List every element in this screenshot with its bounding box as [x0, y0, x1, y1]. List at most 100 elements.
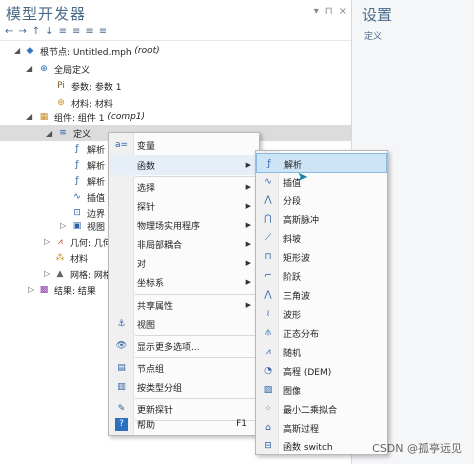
menu-item-node-group[interactable]: ▤ 节点组: [109, 358, 259, 378]
tree-node-material[interactable]: ⁂ 材料: [54, 250, 89, 266]
maximize-icon[interactable]: ⊓: [325, 6, 333, 17]
tree-node-component[interactable]: ▦ 组件: 组件 1 (comp1): [38, 109, 145, 125]
submenu-item-image[interactable]: ▨ 图像: [256, 380, 387, 400]
eye-icon: 👁: [115, 340, 128, 351]
menu-item-nonlocal-couplings[interactable]: 非局部耦合 ▶: [109, 234, 259, 254]
submenu-item-normal-distribution[interactable]: ⫛ 正态分布: [256, 323, 387, 343]
tree-node-root[interactable]: ◆ 根节点: Untitled.mph (root): [24, 43, 160, 59]
expand-arrow-icon[interactable]: ◢: [26, 64, 32, 73]
rectangle-wave-icon: ⊓: [264, 252, 272, 262]
collapse-icon[interactable]: ≡: [72, 26, 80, 37]
menu-item-probes[interactable]: 探针 ▶: [109, 196, 259, 216]
image-icon: ▨: [263, 385, 273, 395]
functions-submenu: ƒ 解析 ∿ 插值 ⋀ 分段 ⋂ 高斯脉冲 ⟋ 斜坡 ⊓ 矩形波 ⌐ 阶跃 ⋀ …: [255, 150, 388, 455]
close-icon[interactable]: ×: [339, 6, 347, 17]
random-icon: ⩘: [265, 347, 271, 357]
settings-subtitle: 定义: [364, 32, 383, 42]
component-icon: ▦: [39, 112, 49, 122]
function-icon: ƒ: [75, 176, 79, 186]
dropdown-icon[interactable]: ▾: [314, 6, 319, 17]
submenu-item-gaussian-pulse[interactable]: ⋂ 高斯脉冲: [256, 209, 387, 229]
menu-item-help[interactable]: ? 帮助 F1: [109, 414, 259, 434]
analytic-function-icon: ƒ: [267, 159, 271, 169]
waveform-icon: ≀: [266, 309, 270, 319]
menu-icon[interactable]: ≡: [99, 26, 107, 37]
tree-node-parameters[interactable]: Pi 参数: 参数 1: [55, 78, 121, 94]
move-up-icon[interactable]: ↑: [32, 26, 40, 37]
node-group-icon: ▤: [117, 362, 126, 373]
least-squares-icon: ⁘: [264, 404, 272, 414]
shortcut-label: F1: [236, 419, 247, 429]
step-icon: ⌐: [264, 271, 272, 281]
back-icon[interactable]: ←: [5, 26, 13, 37]
tree-node-analytic-3[interactable]: ƒ 解析: [71, 173, 105, 189]
view-anchor-icon: ⚓: [117, 318, 126, 329]
geometry-icon: ⩘: [57, 237, 63, 247]
menu-item-shared-properties[interactable]: 共享属性 ▶: [109, 295, 259, 315]
piecewise-icon: ⋀: [264, 195, 272, 205]
collapse-arrow-icon[interactable]: ▷: [60, 221, 66, 230]
menu-item-view[interactable]: ⚓ 视图: [109, 314, 259, 334]
submenu-item-interpolation[interactable]: ∿ 插值: [256, 172, 387, 192]
submenu-item-piecewise[interactable]: ⋀ 分段: [256, 190, 387, 210]
interpolation-icon: ∿: [73, 192, 81, 202]
submenu-item-ramp[interactable]: ⟋ 斜坡: [256, 228, 387, 248]
gaussian-pulse-icon: ⋂: [264, 214, 272, 224]
forward-icon[interactable]: →: [18, 26, 26, 37]
help-icon: ?: [115, 417, 128, 431]
expand-arrow-icon[interactable]: ◢: [14, 46, 20, 55]
watermark: CSDN @孤亭远见: [372, 442, 462, 455]
submenu-arrow-icon: ▶: [245, 183, 251, 191]
submenu-item-analytic[interactable]: ƒ 解析: [256, 153, 387, 173]
tree-node-results[interactable]: ▩ 结果: 结果: [38, 282, 96, 298]
window-controls: ▾ ⊓ ×: [314, 6, 347, 17]
settings-title: 设置: [362, 6, 393, 24]
move-down-icon[interactable]: ↓: [45, 26, 53, 37]
builder-toolbar: ← → ↑ ↓ ≡ ≡ ≡ ≡: [5, 26, 107, 37]
ramp-icon: ⟋: [264, 233, 272, 243]
submenu-item-step[interactable]: ⌐ 阶跃: [256, 266, 387, 286]
submenu-item-waveform[interactable]: ≀ 波形: [256, 304, 387, 324]
tree-node-global-definitions[interactable]: ⊕ 全局定义: [38, 61, 90, 77]
panel-title: 模型开发器: [6, 5, 87, 23]
menu-item-coordinate-systems[interactable]: 坐标系 ▶: [109, 272, 259, 292]
globe-icon: ⊕: [40, 64, 48, 74]
submenu-item-switch-function[interactable]: ⊟ 函数 switch: [256, 436, 387, 456]
submenu-item-triangle[interactable]: ⋀ 三角波: [256, 285, 387, 305]
results-icon: ▩: [39, 285, 49, 295]
tree-node-analytic-2[interactable]: ƒ 解析: [71, 157, 105, 173]
tree-node-geometry[interactable]: ⩘ 几何: 几何: [54, 234, 111, 250]
submenu-item-least-squares-fit[interactable]: ⁘ 最小二乘拟合: [256, 399, 387, 419]
tree-node-analytic-1[interactable]: ƒ 解析: [71, 141, 105, 157]
group-by-type-icon: ▥: [117, 381, 126, 392]
tree-node-mesh[interactable]: ▲ 网格: 网格: [54, 266, 112, 282]
submenu-item-random[interactable]: ⩘ 随机: [256, 342, 387, 362]
submenu-item-elevation-dem[interactable]: ◔ 高程 (DEM): [256, 361, 387, 381]
function-icon: ƒ: [75, 160, 79, 170]
tree-node-view[interactable]: ▣ 视图: [71, 218, 105, 234]
expand-arrow-icon[interactable]: ◢: [26, 112, 32, 121]
submenu-arrow-icon: ▶: [245, 301, 251, 309]
collapse-arrow-icon[interactable]: ▷: [44, 237, 50, 246]
menu-item-selections[interactable]: 选择 ▶: [109, 177, 259, 197]
menu-item-group-by-type[interactable]: ▥ 按类型分组: [109, 377, 259, 397]
expand-arrow-icon[interactable]: ◢: [46, 129, 52, 138]
context-menu: a= 变量 函数 ▶ 选择 ▶ 探针 ▶ 物理场实用程序 ▶ 非局部耦合 ▶ 对…: [108, 132, 260, 436]
submenu-item-gaussian-process[interactable]: ⌂ 高斯过程: [256, 418, 387, 438]
submenu-arrow-icon: ▶: [245, 202, 251, 210]
tree-node-interpolation[interactable]: ∿ 插值: [71, 189, 105, 205]
menu-item-variables[interactable]: a= 变量: [109, 135, 259, 155]
function-icon: ƒ: [75, 144, 79, 154]
menu-item-physics-utilities[interactable]: 物理场实用程序 ▶: [109, 215, 259, 235]
view-icon: ▣: [72, 221, 82, 231]
menu-item-show-more-options[interactable]: 👁 显示更多选项...: [109, 336, 259, 356]
expand-icon[interactable]: ≡: [85, 26, 93, 37]
menu-item-pairs[interactable]: 对 ▶: [109, 253, 259, 273]
submenu-item-rectangle[interactable]: ⊓ 矩形波: [256, 247, 387, 267]
materials-icon: ⊛: [57, 98, 65, 108]
show-icon[interactable]: ≡: [59, 26, 67, 37]
menu-item-functions[interactable]: 函数 ▶: [109, 155, 259, 175]
definitions-icon: ≡: [59, 128, 67, 138]
collapse-arrow-icon[interactable]: ▷: [28, 285, 34, 294]
collapse-arrow-icon[interactable]: ▷: [44, 269, 50, 278]
